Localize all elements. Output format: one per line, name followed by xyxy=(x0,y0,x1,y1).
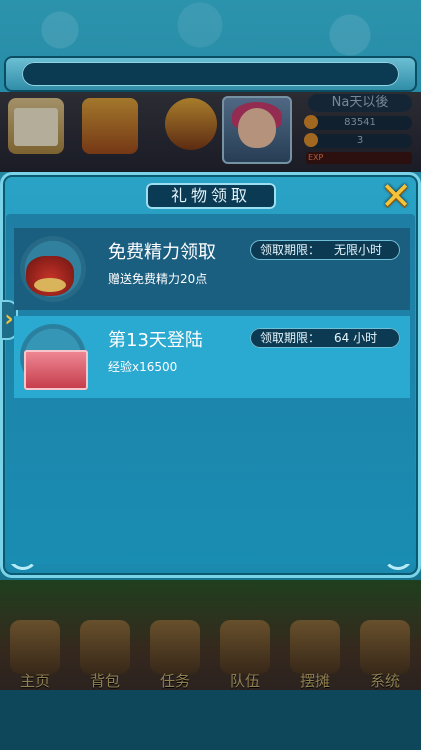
deadline-label: 领取期限： xyxy=(260,243,321,257)
deadline-value: 无限小时 xyxy=(334,243,383,257)
nav-team[interactable]: 队伍 xyxy=(214,620,276,690)
currency-icon xyxy=(304,133,318,147)
gift-row-selected[interactable]: 第13天登陆 经验x16500 领取期限： 64 小时 xyxy=(14,316,410,398)
gear-icon xyxy=(360,620,410,674)
top-bar xyxy=(4,56,417,92)
nav-label: 系统 xyxy=(369,672,400,690)
energy-jar-icon xyxy=(26,256,74,296)
nav-label: 队伍 xyxy=(229,672,260,690)
gift-title: 免费精力领取 xyxy=(108,242,216,263)
gift-thumbnail xyxy=(20,236,100,304)
gold-coin-icon xyxy=(304,115,318,129)
close-icon[interactable]: ✕ xyxy=(376,176,416,216)
red-chest-icon xyxy=(24,350,88,390)
nav-label: 任务 xyxy=(159,672,190,690)
gift-row[interactable]: 免费精力领取 赠送免费精力20点 领取期限： 无限小时 xyxy=(14,228,410,310)
calendar-icon[interactable] xyxy=(8,98,64,154)
gold-value: 83541 xyxy=(344,117,376,128)
secondary-value: 3 xyxy=(356,135,364,146)
deadline-badge: 领取期限： 无限小时 xyxy=(250,240,400,260)
nav-bar xyxy=(0,690,421,750)
gold-stat: 83541 xyxy=(304,115,412,130)
nav-label: 背包 xyxy=(89,672,120,690)
gift-description: 经验x16500 xyxy=(108,360,178,374)
secondary-stat: 3 xyxy=(304,133,412,148)
gift-thumbnail xyxy=(20,324,100,392)
gift-description: 赠送免费精力20点 xyxy=(108,272,208,286)
deadline-label: 领取期限： xyxy=(260,331,321,345)
panel-title: 礼物领取 xyxy=(146,183,276,209)
nav-label: 摆摊 xyxy=(299,672,330,690)
exp-bar: EXP xyxy=(306,152,412,164)
nav-quest[interactable]: 任务 xyxy=(144,620,206,690)
nav-label: 主页 xyxy=(19,672,50,690)
hud: Na天以後 83541 3 EXP xyxy=(0,92,421,172)
team-icon xyxy=(220,620,270,674)
deadline-value: 64 小时 xyxy=(334,331,378,345)
nav-bag[interactable]: 背包 xyxy=(74,620,136,690)
bag-icon xyxy=(80,620,130,674)
player-avatar[interactable] xyxy=(222,96,292,164)
scroll-icon xyxy=(150,620,200,674)
gift-title: 第13天登陆 xyxy=(108,330,203,351)
exp-label: EXP xyxy=(308,153,324,162)
player-name: Na天以後 xyxy=(308,94,412,112)
home-icon xyxy=(10,620,60,674)
coin-bag-icon xyxy=(290,620,340,674)
top-bar-slot xyxy=(22,62,399,86)
nav-home[interactable]: 主页 xyxy=(4,620,66,690)
treasure-chest-icon[interactable] xyxy=(82,98,138,154)
player-info: Na天以後 83541 3 EXP xyxy=(298,94,414,168)
deadline-badge: 领取期限： 64 小时 xyxy=(250,328,400,348)
avatar-face xyxy=(238,108,276,148)
dragon-medal-icon[interactable] xyxy=(165,98,217,150)
nav-system[interactable]: 系统 xyxy=(354,620,416,690)
nav-stall[interactable]: 摆摊 xyxy=(284,620,346,690)
